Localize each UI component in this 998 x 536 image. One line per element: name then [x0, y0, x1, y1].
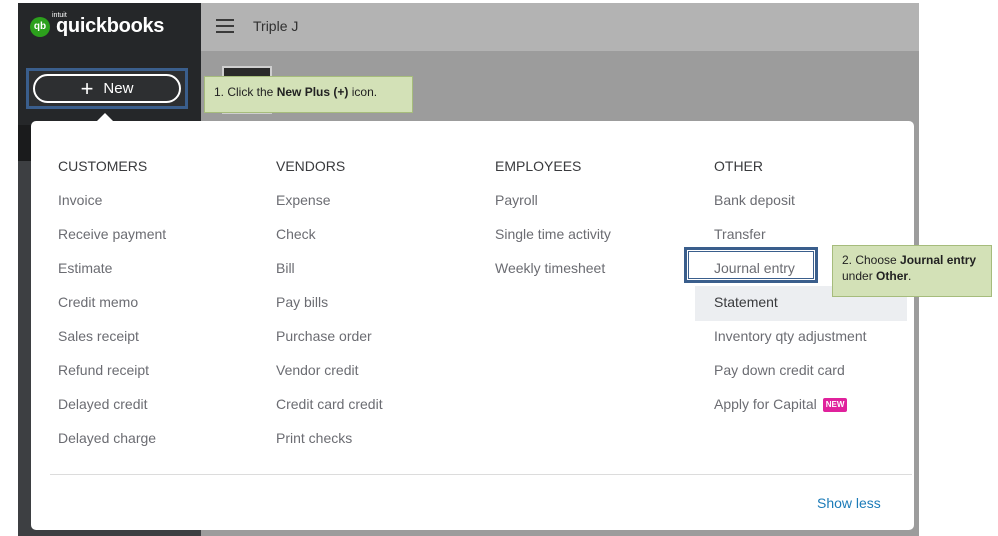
- menu-item-credit-card-credit[interactable]: Credit card credit: [276, 396, 383, 430]
- menu-item-inventory-qty-adjustment[interactable]: Inventory qty adjustment: [714, 328, 867, 362]
- menu-item-receive-payment[interactable]: Receive payment: [58, 226, 166, 260]
- menu-item-bill[interactable]: Bill: [276, 260, 383, 294]
- menu-item-statement[interactable]: Statement: [714, 294, 867, 328]
- show-less-link[interactable]: Show less: [817, 495, 881, 511]
- menu-item-delayed-credit[interactable]: Delayed credit: [58, 396, 166, 430]
- apply-for-capital-label: Apply for Capital: [714, 396, 817, 412]
- menu-item-apply-for-capital[interactable]: Apply for Capital NEW: [714, 396, 867, 430]
- menu-item-delayed-charge[interactable]: Delayed charge: [58, 430, 166, 464]
- menu-item-check[interactable]: Check: [276, 226, 383, 260]
- callout-text: icon.: [348, 85, 378, 99]
- new-button-label: New: [103, 80, 134, 97]
- callout-text: 1. Click the: [214, 85, 277, 99]
- menu-item-expense[interactable]: Expense: [276, 192, 383, 226]
- column-heading: OTHER: [714, 158, 763, 174]
- company-name: Triple J: [253, 18, 299, 34]
- menu-item-sales-receipt[interactable]: Sales receipt: [58, 328, 166, 362]
- menu-item-refund-receipt[interactable]: Refund receipt: [58, 362, 166, 396]
- menu-item-weekly-timesheet[interactable]: Weekly timesheet: [495, 260, 611, 294]
- menu-item-credit-memo[interactable]: Credit memo: [58, 294, 166, 328]
- callout-step-2: 2. Choose Journal entry under Other.: [832, 245, 992, 297]
- menu-item-vendor-credit[interactable]: Vendor credit: [276, 362, 383, 396]
- column-heading: EMPLOYEES: [495, 158, 582, 174]
- callout-text: under: [842, 269, 877, 283]
- menu-item-estimate[interactable]: Estimate: [58, 260, 166, 294]
- new-button[interactable]: + New: [33, 74, 181, 103]
- hamburger-menu-icon[interactable]: [216, 19, 234, 33]
- new-badge: NEW: [822, 398, 848, 412]
- callout-bold: Other: [876, 269, 909, 283]
- menu-item-print-checks[interactable]: Print checks: [276, 430, 383, 464]
- menu-item-invoice[interactable]: Invoice: [58, 192, 166, 226]
- callout-bold: Journal entry: [900, 253, 977, 267]
- callout-text: 2. Choose: [842, 253, 901, 267]
- menu-divider: [50, 474, 912, 475]
- column-vendors: VENDORS Expense Check Bill Pay bills Pur…: [276, 158, 383, 464]
- callout-text: .: [908, 269, 912, 283]
- column-employees: EMPLOYEES Payroll Single time activity W…: [495, 158, 611, 294]
- column-heading: VENDORS: [276, 158, 346, 174]
- journal-entry-highlight-inner: [688, 251, 814, 279]
- callout-step-1: 1. Click the New Plus (+) icon.: [204, 76, 413, 113]
- menu-item-purchase-order[interactable]: Purchase order: [276, 328, 383, 362]
- callout-bold: New Plus (+): [276, 85, 349, 99]
- menu-item-pay-bills[interactable]: Pay bills: [276, 294, 383, 328]
- quickbooks-logo[interactable]: qb quickbooks: [30, 15, 164, 38]
- column-heading: CUSTOMERS: [58, 158, 148, 174]
- top-bar: [201, 3, 919, 51]
- qb-logo-icon: qb: [30, 16, 50, 37]
- brand-intuit: intuit: [52, 12, 67, 19]
- brand-name: quickbooks: [56, 15, 165, 37]
- menu-item-pay-down-credit-card[interactable]: Pay down credit card: [714, 362, 867, 396]
- menu-item-payroll[interactable]: Payroll: [495, 192, 611, 226]
- column-customers: CUSTOMERS Invoice Receive payment Estima…: [58, 158, 166, 464]
- new-menu-panel: CUSTOMERS Invoice Receive payment Estima…: [31, 121, 914, 530]
- plus-icon: +: [80, 75, 94, 101]
- menu-item-bank-deposit[interactable]: Bank deposit: [714, 192, 867, 226]
- menu-item-single-time-activity[interactable]: Single time activity: [495, 226, 611, 260]
